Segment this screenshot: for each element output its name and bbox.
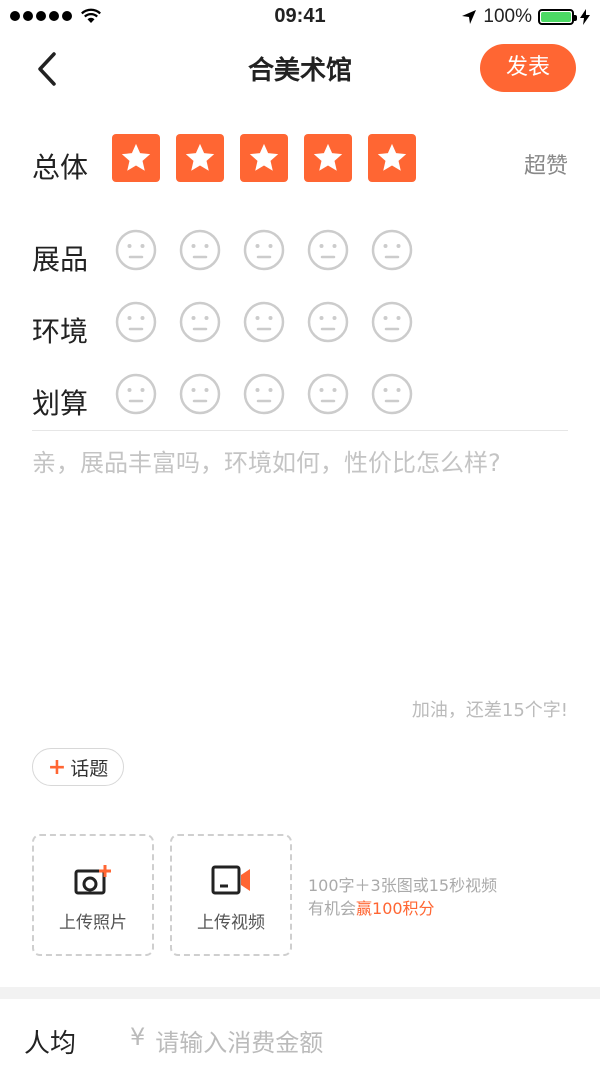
face-5[interactable] (368, 298, 416, 346)
face-2[interactable] (176, 226, 224, 274)
avg-spend-placeholder: 请输入消费金额 (155, 1029, 324, 1057)
upload-hint-line2: 有机会赢100积分 (308, 897, 497, 920)
avg-spend-label: 人均 (24, 1029, 77, 1059)
neutral-face-icon (371, 229, 413, 271)
face-4[interactable] (304, 226, 352, 274)
battery-icon (538, 9, 577, 25)
upload-photo-label: 上传照片 (59, 913, 127, 933)
upload-video-icon-wrap (172, 864, 290, 896)
neutral-face-icon (179, 373, 221, 415)
environment-rating-row: 环境 (0, 298, 600, 358)
face-1[interactable] (112, 370, 160, 418)
star-5[interactable] (368, 134, 416, 182)
divider (32, 430, 568, 431)
star-2[interactable] (176, 134, 224, 182)
exhibits-rating-row: 展品 (0, 226, 600, 286)
value-rating-row: 划算 (0, 370, 600, 430)
neutral-face-icon (243, 229, 285, 271)
value-label: 划算 (32, 387, 89, 420)
upload-hint-line1: 100字＋3张图或15秒视频 (308, 876, 498, 895)
nav-bar: 合美术馆 发表 (0, 34, 600, 104)
neutral-face-icon (371, 373, 413, 415)
face-5[interactable] (368, 226, 416, 274)
neutral-face-icon (307, 301, 349, 343)
star-icon (313, 143, 343, 171)
exhibits-faces (112, 226, 416, 274)
neutral-face-icon (115, 373, 157, 415)
upload-photo-icon-wrap (34, 864, 152, 898)
neutral-face-icon (307, 373, 349, 415)
star-3[interactable] (240, 134, 288, 182)
face-4[interactable] (304, 298, 352, 346)
publish-button[interactable]: 发表 (480, 44, 576, 92)
add-topic-button[interactable]: + 话题 (32, 748, 124, 786)
face-3[interactable] (240, 226, 288, 274)
comment-textarea[interactable]: 亲，展品丰富吗，环境如何，性价比怎么样? (32, 446, 568, 686)
star-icon (121, 143, 151, 171)
upload-hint-reward: 赢100积分 (356, 899, 435, 918)
neutral-face-icon (179, 229, 221, 271)
star-1[interactable] (112, 134, 160, 182)
upload-photo-button[interactable]: 上传照片 (32, 834, 154, 956)
exhibits-label: 展品 (32, 243, 89, 276)
face-1[interactable] (112, 226, 160, 274)
camera-add-icon (74, 865, 111, 895)
topic-label: 话题 (70, 757, 109, 780)
neutral-face-icon (179, 301, 221, 343)
star-icon (185, 143, 215, 171)
upload-hint: 100字＋3张图或15秒视频 有机会赢100积分 (308, 874, 497, 920)
neutral-face-icon (115, 301, 157, 343)
video-camera-icon (211, 865, 250, 895)
face-2[interactable] (176, 370, 224, 418)
overall-label: 总体 (32, 151, 89, 184)
overall-rating-row: 总体 超赞 (0, 134, 600, 194)
overall-stars (112, 134, 416, 182)
face-3[interactable] (240, 370, 288, 418)
neutral-face-icon (243, 301, 285, 343)
star-icon (377, 143, 407, 171)
neutral-face-icon (371, 301, 413, 343)
face-5[interactable] (368, 370, 416, 418)
avg-spend-input[interactable]: ¥ 请输入消费金额 (130, 1023, 323, 1058)
currency-symbol: ¥ (130, 1023, 146, 1051)
upload-hint-prefix: 有机会 (308, 899, 357, 918)
value-faces (112, 370, 416, 418)
overall-rating-desc: 超赞 (523, 154, 568, 179)
status-bar: 09:41 100% (0, 0, 600, 34)
face-3[interactable] (240, 298, 288, 346)
face-2[interactable] (176, 298, 224, 346)
plus-icon: + (47, 754, 67, 780)
neutral-face-icon (307, 229, 349, 271)
environment-faces (112, 298, 416, 346)
face-1[interactable] (112, 298, 160, 346)
upload-video-label: 上传视频 (197, 913, 265, 933)
neutral-face-icon (243, 373, 285, 415)
battery-percent: 100% (483, 6, 532, 27)
environment-label: 环境 (32, 315, 89, 348)
charging-bolt-icon (580, 9, 590, 25)
word-count-hint: 加油，还差15个字! (411, 700, 568, 721)
star-icon (249, 143, 279, 171)
upload-video-button[interactable]: 上传视频 (170, 834, 292, 956)
location-arrow-icon (462, 10, 477, 24)
star-4[interactable] (304, 134, 352, 182)
section-separator (0, 987, 600, 999)
neutral-face-icon (115, 229, 157, 271)
avg-spend-row: 人均 ¥ 请输入消费金额 (0, 999, 600, 1067)
status-right: 100% (461, 6, 590, 28)
face-4[interactable] (304, 370, 352, 418)
